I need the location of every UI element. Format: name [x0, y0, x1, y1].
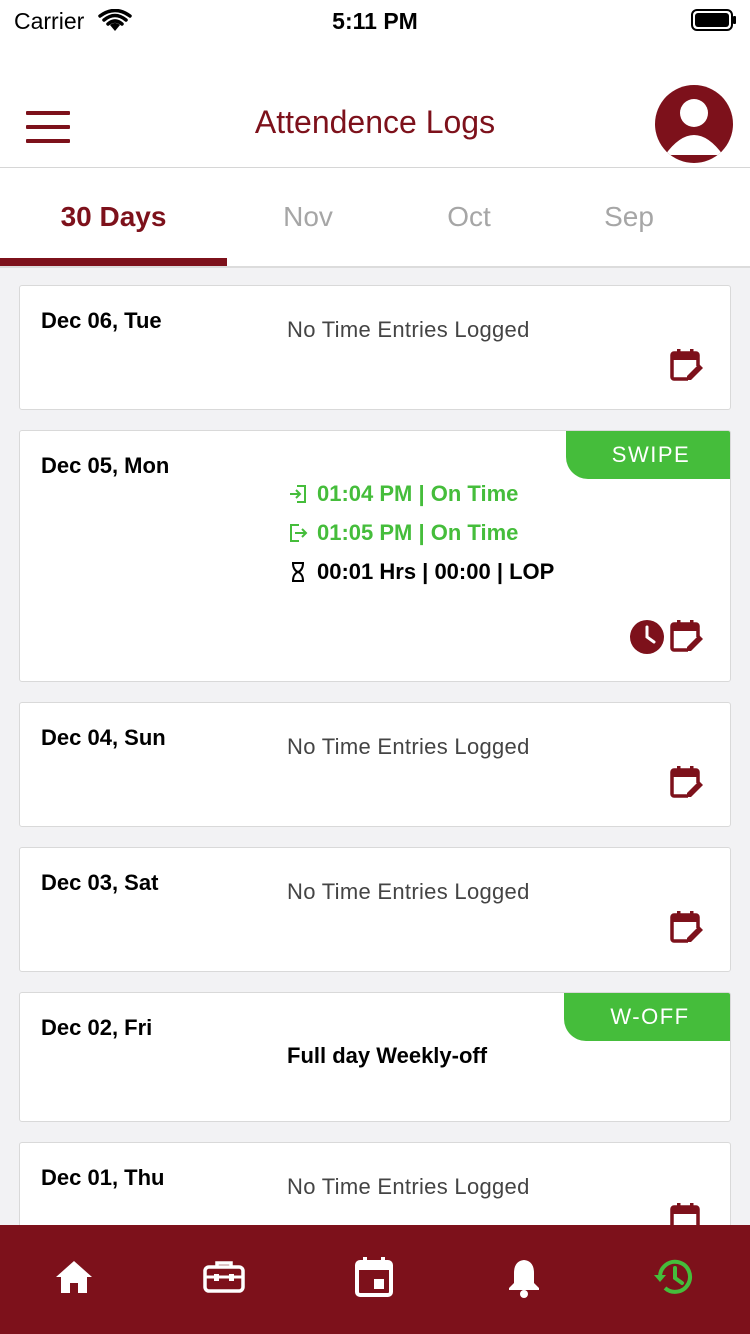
logout-icon: [290, 524, 308, 542]
card-date: Dec 04, Sun: [41, 725, 166, 750]
card-date: Dec 06, Tue: [41, 308, 162, 333]
card-message: Full day Weekly-off: [287, 1043, 488, 1068]
attendance-card[interactable]: Dec 02, Fri W-OFF Full day Weekly-off: [19, 992, 731, 1122]
card-message: No Time Entries Logged: [287, 879, 530, 904]
bottom-navigation: [0, 1225, 750, 1334]
home-icon[interactable]: [52, 1255, 96, 1299]
active-tab-indicator: [0, 258, 227, 266]
duration-text: 00:01 Hrs | 00:00 | LOP: [317, 559, 555, 584]
calendar-edit-icon[interactable]: [669, 909, 705, 945]
tab-oct[interactable]: Oct: [389, 168, 549, 266]
tab-sep[interactable]: Sep: [549, 168, 709, 266]
card-date: Dec 01, Thu: [41, 1165, 165, 1190]
card-date: Dec 05, Mon: [41, 453, 170, 478]
history-icon[interactable]: [652, 1255, 696, 1299]
status-bar: Carrier 5:11 PM: [0, 0, 750, 44]
calendar-icon[interactable]: [352, 1255, 396, 1299]
card-message: No Time Entries Logged: [287, 734, 530, 759]
weekly-off-badge: W-OFF: [564, 993, 730, 1041]
battery-icon: [691, 9, 736, 31]
month-tabs: 30 Days Nov Oct Sep: [0, 168, 750, 268]
clock-icon[interactable]: [629, 619, 665, 655]
tab-nov[interactable]: Nov: [227, 168, 389, 266]
hourglass-icon: [292, 562, 304, 582]
user-avatar-icon[interactable]: [655, 85, 733, 163]
app-header: Attendence Logs: [0, 44, 750, 168]
card-date: Dec 02, Fri: [41, 1015, 153, 1040]
briefcase-icon[interactable]: [202, 1255, 246, 1299]
punch-out-time: 01:05 PM | On Time: [317, 520, 519, 545]
attendance-card[interactable]: Dec 03, Sat No Time Entries Logged: [19, 847, 731, 972]
punch-out-line: 01:05 PM | On Time: [287, 520, 518, 546]
bell-icon[interactable]: [502, 1255, 546, 1299]
status-time: 5:11 PM: [332, 8, 418, 34]
card-date: Dec 03, Sat: [41, 870, 159, 895]
calendar-edit-icon[interactable]: [669, 764, 705, 800]
page-title: Attendence Logs: [254, 104, 496, 140]
card-message: No Time Entries Logged: [287, 317, 530, 342]
login-icon: [290, 485, 306, 503]
punch-in-line: 01:04 PM | On Time: [287, 481, 518, 507]
calendar-edit-icon[interactable]: [669, 347, 705, 383]
duration-line: 00:01 Hrs | 00:00 | LOP: [287, 559, 554, 585]
punch-in-time: 01:04 PM | On Time: [317, 481, 519, 506]
swipe-badge: SWIPE: [566, 431, 730, 479]
calendar-edit-icon[interactable]: [669, 618, 705, 654]
attendance-card[interactable]: Dec 06, Tue No Time Entries Logged: [19, 285, 731, 410]
attendance-card[interactable]: Dec 04, Sun No Time Entries Logged: [19, 702, 731, 827]
tab-30-days[interactable]: 30 Days: [0, 168, 227, 266]
attendance-card[interactable]: Dec 05, Mon SWIPE 01:04 PM | On Time 01:…: [19, 430, 731, 682]
card-message: No Time Entries Logged: [287, 1174, 530, 1199]
